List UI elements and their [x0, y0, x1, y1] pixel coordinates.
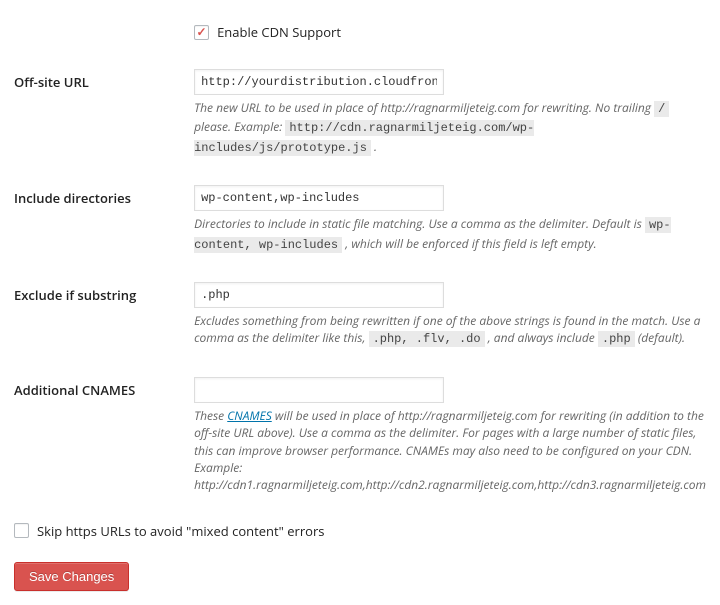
cnames-input[interactable]: [194, 377, 444, 403]
enable-cdn-checkbox[interactable]: Enable CDN Support: [194, 23, 341, 41]
save-changes-button[interactable]: Save Changes: [14, 562, 129, 591]
cnames-link[interactable]: CNAMES: [227, 407, 272, 424]
offsite-url-description: The new URL to be used in place of http:…: [194, 99, 706, 157]
cnames-description: These CNAMES will be used in place of ht…: [194, 407, 706, 494]
offsite-url-input[interactable]: [194, 69, 444, 95]
checkbox-icon: [194, 25, 209, 40]
include-dirs-input[interactable]: [194, 185, 444, 211]
skip-https-label: Skip https URLs to avoid "mixed content"…: [37, 522, 324, 540]
cnames-label: Additional CNAMES: [14, 363, 194, 508]
exclude-label: Exclude if substring: [14, 268, 194, 363]
enable-cdn-label: Enable CDN Support: [217, 23, 341, 41]
exclude-input[interactable]: [194, 282, 444, 308]
include-dirs-description: Directories to include in static file ma…: [194, 215, 706, 254]
checkbox-icon: [14, 523, 29, 538]
skip-https-checkbox[interactable]: Skip https URLs to avoid "mixed content"…: [14, 522, 324, 540]
offsite-url-label: Off-site URL: [14, 55, 194, 171]
include-dirs-label: Include directories: [14, 171, 194, 268]
exclude-description: Excludes something from being rewritten …: [194, 312, 706, 349]
